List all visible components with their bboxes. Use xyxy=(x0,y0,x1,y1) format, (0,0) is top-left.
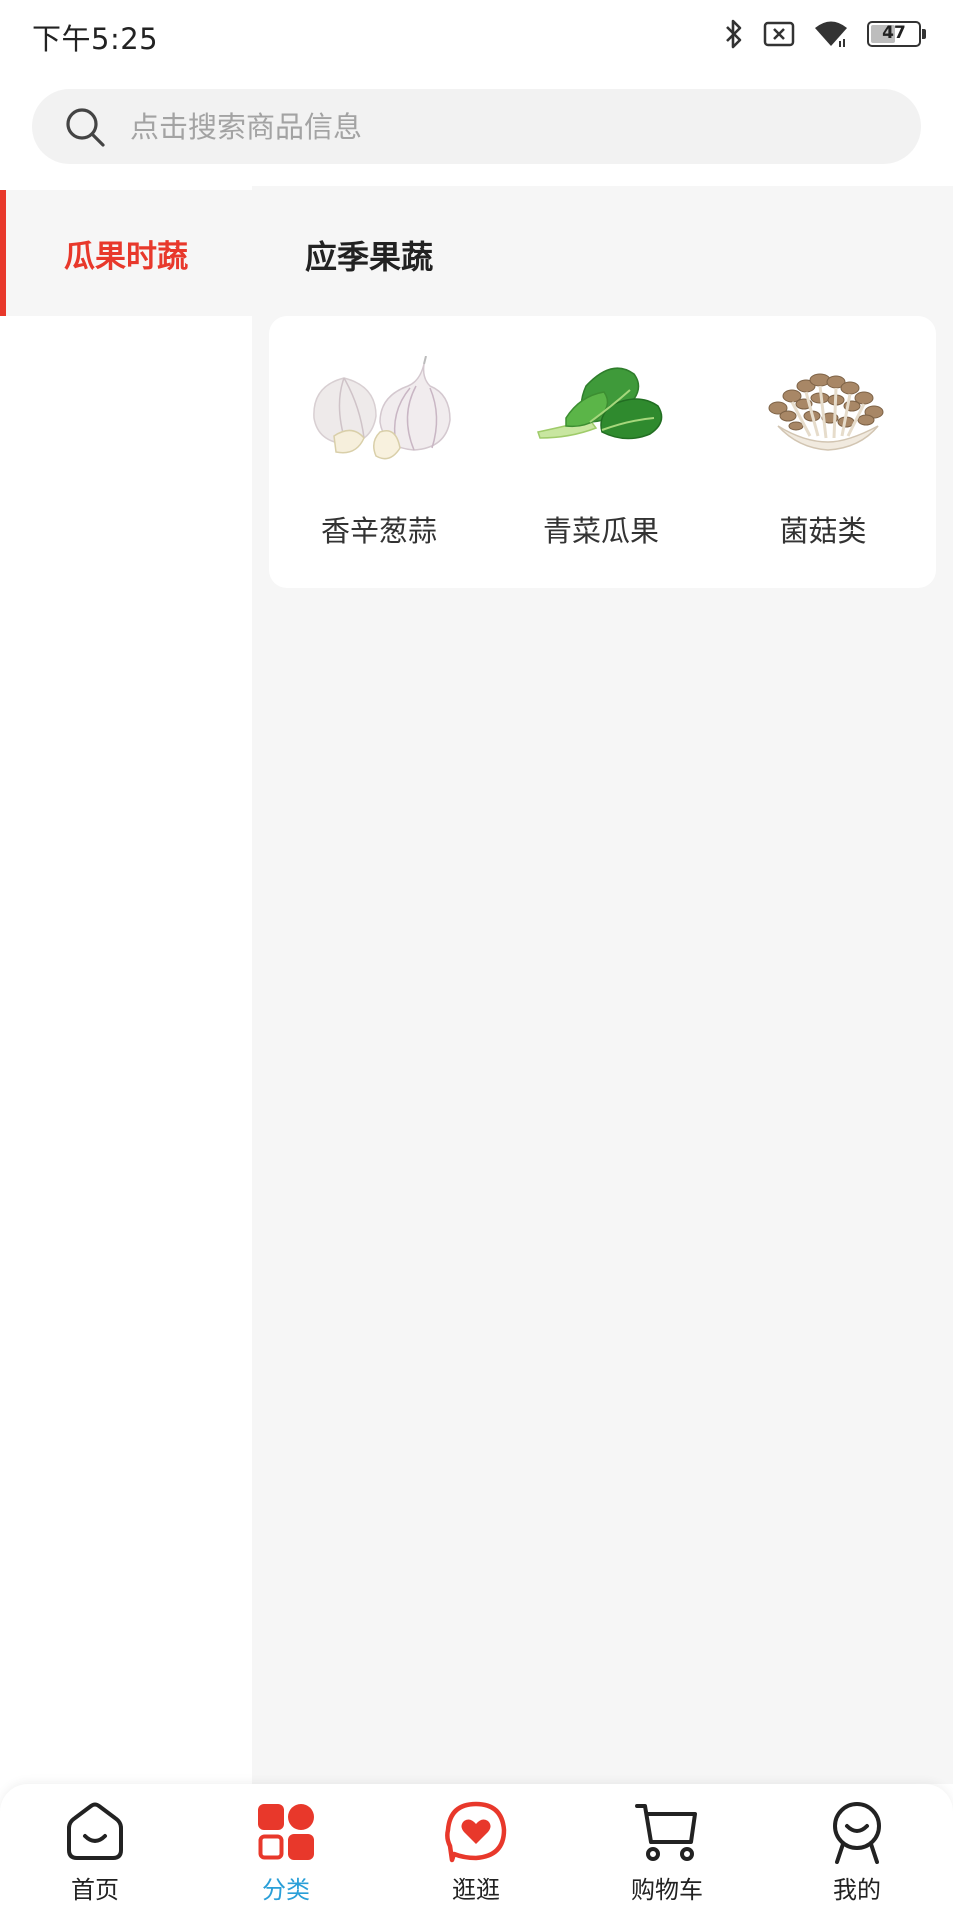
sidebar-item-melon-veg[interactable]: 瓜果时蔬 xyxy=(0,190,252,316)
status-bar: 下午5:25 47 xyxy=(0,0,953,70)
content-area: 瓜果时蔬 应季果蔬 香辛葱蒜 青菜瓜果 菌菇类 xyxy=(0,186,953,1784)
mushroom-image xyxy=(748,356,898,466)
sidebar-item-label: 瓜果时蔬 xyxy=(64,238,188,275)
wifi-icon xyxy=(815,21,847,47)
tab-browse[interactable]: 逛逛 xyxy=(411,1800,541,1910)
tab-category[interactable]: 分类 xyxy=(221,1800,351,1910)
profile-icon xyxy=(833,1802,881,1864)
tab-label: 购物车 xyxy=(631,1876,703,1904)
category-item-mushrooms[interactable]: 菌菇类 xyxy=(733,356,913,556)
category-sidebar: 瓜果时蔬 xyxy=(0,186,252,1784)
category-icon xyxy=(258,1804,314,1860)
search-input[interactable] xyxy=(130,109,830,144)
search-icon xyxy=(66,107,105,147)
sim-off-icon xyxy=(763,21,795,47)
bottom-tab-bar: 首页 分类 逛逛 购物车 我的 xyxy=(0,1784,953,1913)
tab-label: 我的 xyxy=(833,1876,881,1904)
category-item-greens[interactable]: 青菜瓜果 xyxy=(511,356,691,556)
tab-home[interactable]: 首页 xyxy=(30,1800,160,1910)
category-label: 青菜瓜果 xyxy=(542,514,659,548)
status-icons: 47 xyxy=(723,16,926,52)
battery-text: 47 xyxy=(882,23,906,43)
search-bar[interactable] xyxy=(32,89,921,164)
bluetooth-icon xyxy=(726,19,742,49)
tab-cart[interactable]: 购物车 xyxy=(602,1800,732,1910)
category-label: 菌菇类 xyxy=(779,514,867,548)
category-card: 香辛葱蒜 青菜瓜果 菌菇类 xyxy=(269,316,936,588)
category-item-garlic[interactable]: 香辛葱蒜 xyxy=(289,355,469,556)
battery-icon: 47 xyxy=(867,21,926,47)
garlic-image xyxy=(304,355,454,466)
tab-label: 逛逛 xyxy=(452,1876,500,1904)
home-icon xyxy=(67,1802,123,1860)
active-indicator xyxy=(0,190,6,316)
section-title: 应季果蔬 xyxy=(305,238,434,276)
category-panel: 应季果蔬 香辛葱蒜 青菜瓜果 菌菇类 xyxy=(252,186,953,1784)
category-label: 香辛葱蒜 xyxy=(320,514,437,548)
status-time: 下午5:25 xyxy=(32,22,159,56)
bok-choy-image xyxy=(526,356,676,466)
tab-label: 首页 xyxy=(71,1876,119,1904)
tab-profile[interactable]: 我的 xyxy=(792,1800,922,1910)
heart-chat-icon xyxy=(445,1801,507,1863)
tab-label: 分类 xyxy=(262,1876,310,1904)
cart-icon xyxy=(635,1804,697,1861)
